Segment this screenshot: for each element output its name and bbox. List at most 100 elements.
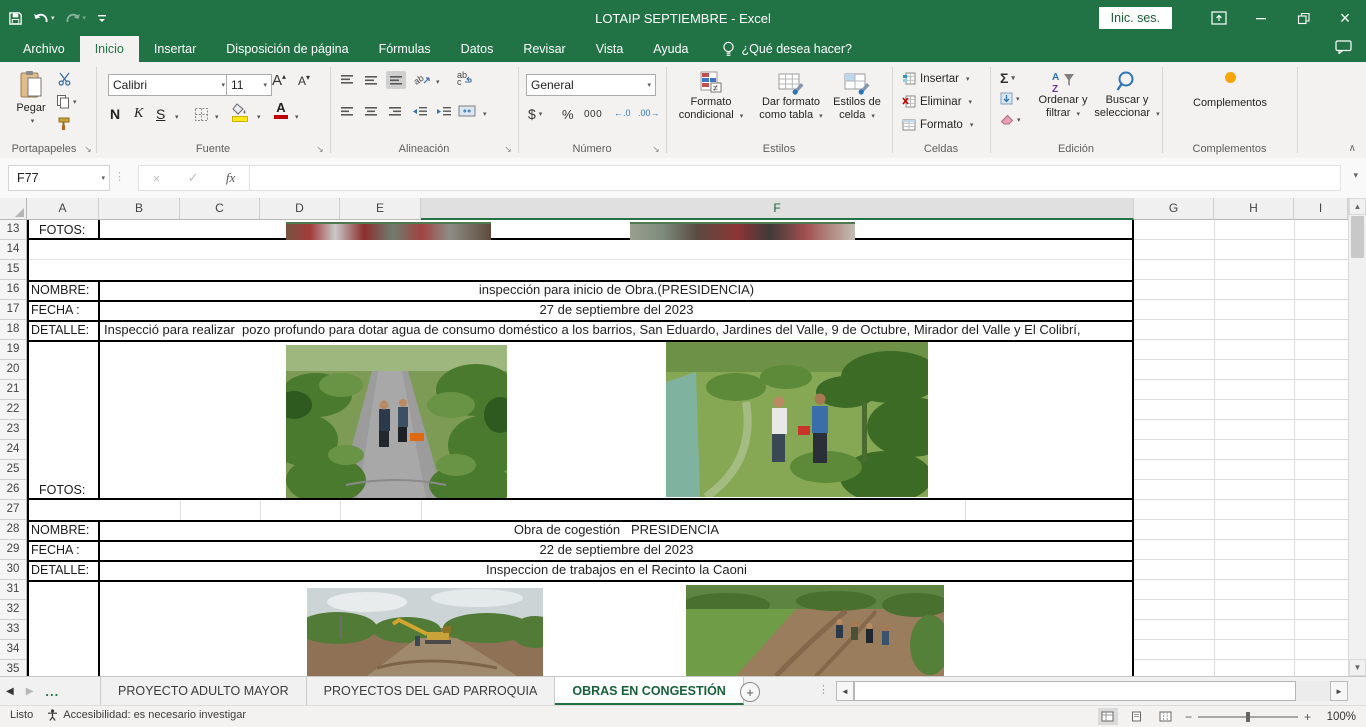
ribbon-tab-ayuda[interactable]: Ayuda xyxy=(638,36,703,62)
cut-button[interactable] xyxy=(58,72,73,86)
underline-button[interactable]: S xyxy=(156,106,165,122)
customize-qat-button[interactable] xyxy=(96,12,108,24)
align-middle-button[interactable] xyxy=(364,74,378,86)
vertical-scrollbar[interactable]: ▲ ▼ xyxy=(1348,198,1366,676)
spreadsheet-grid[interactable]: ABCDEFGHI 131415161718192021222324252627… xyxy=(0,198,1348,676)
font-dialog-launcher[interactable]: ↘ xyxy=(314,144,326,156)
vertical-scroll-thumb[interactable] xyxy=(1351,216,1364,258)
borders-button[interactable] xyxy=(194,107,209,122)
bold-button[interactable]: N xyxy=(110,106,120,122)
photo-strip-event-1[interactable] xyxy=(286,222,491,240)
save-button[interactable] xyxy=(8,11,23,26)
cell-a26[interactable]: FOTOS: xyxy=(27,480,99,500)
confirm-entry-button[interactable]: ✓ xyxy=(188,170,199,186)
redo-dropdown[interactable]: ▾ xyxy=(83,14,87,22)
row-header-28[interactable]: 28 xyxy=(0,520,27,540)
cell-a28[interactable]: NOMBRE: xyxy=(27,520,99,540)
sheet-nav-left[interactable]: ◀ xyxy=(6,686,14,697)
tell-me-search[interactable]: ¿Qué desea hacer? xyxy=(722,36,853,62)
addins-button[interactable]: Complementos xyxy=(1184,72,1276,110)
page-break-view-button[interactable] xyxy=(1156,708,1176,725)
undo-dropdown[interactable]: ▾ xyxy=(51,14,55,22)
copy-button[interactable]: ▾ xyxy=(56,94,77,109)
clear-button[interactable]: ▾ xyxy=(1000,114,1021,126)
row-header-14[interactable]: 14 xyxy=(0,240,27,260)
redo-button[interactable]: ▾ xyxy=(65,11,87,25)
insert-function-button[interactable]: fx xyxy=(226,170,235,186)
row-header-26[interactable]: 26 xyxy=(0,480,27,500)
number-format-combobox[interactable]: General▾ xyxy=(526,74,656,96)
ribbon-tab-archivo[interactable]: Archivo xyxy=(8,36,80,62)
zoom-level[interactable]: 100% xyxy=(1320,711,1356,723)
restore-button[interactable] xyxy=(1282,0,1324,36)
row-header-15[interactable]: 15 xyxy=(0,260,27,280)
cancel-entry-button[interactable]: × xyxy=(153,171,161,186)
column-header-G[interactable]: G xyxy=(1134,198,1214,220)
column-header-D[interactable]: D xyxy=(260,198,340,220)
merge-center-button[interactable] xyxy=(458,104,476,118)
borders-dropdown[interactable]: ▾ xyxy=(215,113,219,121)
decrease-decimal-button[interactable]: .00→ xyxy=(638,108,660,118)
autosum-button[interactable]: Σ▾ xyxy=(1000,70,1015,86)
scroll-up-button[interactable]: ▲ xyxy=(1349,198,1366,215)
row-header-31[interactable]: 31 xyxy=(0,580,27,600)
align-center-button[interactable] xyxy=(364,106,378,118)
collapse-ribbon-button[interactable]: ∧ xyxy=(1349,143,1356,154)
currency-button[interactable]: $▾ xyxy=(528,106,542,122)
percent-button[interactable]: % xyxy=(562,107,574,122)
align-bottom-button[interactable] xyxy=(386,71,406,89)
row-header-30[interactable]: 30 xyxy=(0,560,27,580)
feedback-icon[interactable] xyxy=(1335,40,1352,54)
grow-font-button[interactable]: A▴ xyxy=(272,72,286,89)
font-name-combobox[interactable]: Calibri▾ xyxy=(108,74,230,96)
formula-bar-splitter[interactable]: ⋮ xyxy=(114,170,125,183)
zoom-slider[interactable]: − + xyxy=(1185,710,1311,724)
cell-a29[interactable]: FECHA : xyxy=(27,540,99,560)
wrap-text-button[interactable]: abc xyxy=(456,70,473,86)
row-header-22[interactable]: 22 xyxy=(0,400,27,420)
cell-b18-value[interactable]: Inspecció para realizar pozo profundo pa… xyxy=(99,320,1134,340)
font-color-dropdown[interactable]: ▾ xyxy=(295,113,299,121)
cell-a30[interactable]: DETALLE: xyxy=(27,560,99,580)
column-header-E[interactable]: E xyxy=(340,198,421,220)
photo-two-men-talking[interactable] xyxy=(666,342,928,497)
normal-view-button[interactable] xyxy=(1098,708,1118,725)
row-header-21[interactable]: 21 xyxy=(0,380,27,400)
increase-indent-button[interactable] xyxy=(436,106,452,118)
fill-color-dropdown[interactable]: ▾ xyxy=(257,113,261,121)
row-header-35[interactable]: 35 xyxy=(0,660,27,676)
cell-a13[interactable]: FOTOS: xyxy=(27,220,99,240)
cell-b28-value[interactable]: Obra de cogestión PRESIDENCIA xyxy=(99,520,1134,540)
alignment-dialog-launcher[interactable]: ↘ xyxy=(502,144,514,156)
row-header-17[interactable]: 17 xyxy=(0,300,27,320)
ribbon-display-options-button[interactable] xyxy=(1198,0,1240,36)
align-left-button[interactable] xyxy=(340,106,354,118)
column-header-F[interactable]: F xyxy=(421,198,1134,220)
horizontal-scrollbar[interactable]: ◄ ► xyxy=(836,681,1348,701)
row-header-33[interactable]: 33 xyxy=(0,620,27,640)
format-cells-button[interactable]: Formato▾ xyxy=(902,118,973,131)
expand-formula-bar-button[interactable]: ▾ xyxy=(1353,170,1358,181)
zoom-knob[interactable] xyxy=(1246,712,1250,722)
cell-a18[interactable]: DETALLE: xyxy=(27,320,99,340)
photo-road-inspection[interactable] xyxy=(286,345,507,498)
row-header-32[interactable]: 32 xyxy=(0,600,27,620)
page-layout-view-button[interactable] xyxy=(1127,708,1147,725)
sort-filter-button[interactable]: AZ Ordenar y filtrar ▾ xyxy=(1032,70,1094,121)
sheet-tab-proyecto-adulto-mayor[interactable]: PROYECTO ADULTO MAYOR xyxy=(100,677,307,705)
zoom-in-button[interactable]: + xyxy=(1304,710,1311,724)
copy-dropdown[interactable]: ▾ xyxy=(73,98,77,106)
ribbon-tab-fórmulas[interactable]: Fórmulas xyxy=(364,36,446,62)
fill-color-button[interactable] xyxy=(232,103,248,122)
cell-b16-value[interactable]: inspección para inicio de Obra.(PRESIDEN… xyxy=(99,280,1134,300)
sheet-tab-proyectos-del-gad-parroquia[interactable]: PROYECTOS DEL GAD PARROQUIA xyxy=(307,677,556,705)
close-button[interactable]: × xyxy=(1324,0,1366,36)
ribbon-tab-disposición-de-página[interactable]: Disposición de página xyxy=(211,36,363,62)
paste-button[interactable]: Pegar ▾ xyxy=(8,70,54,128)
font-color-button[interactable]: A xyxy=(274,102,288,119)
thousands-button[interactable]: 000 xyxy=(584,109,602,120)
cell-b29-value[interactable]: 22 de septiembre del 2023 xyxy=(99,540,1134,560)
row-header-29[interactable]: 29 xyxy=(0,540,27,560)
row-header-27[interactable]: 27 xyxy=(0,500,27,520)
scroll-left-button[interactable]: ◄ xyxy=(836,681,854,701)
